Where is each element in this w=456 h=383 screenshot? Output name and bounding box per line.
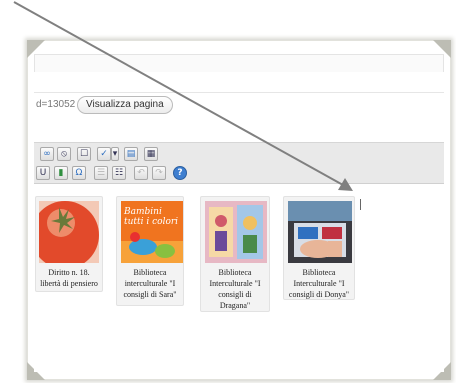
- annotation-arrow: [13, 1, 353, 191]
